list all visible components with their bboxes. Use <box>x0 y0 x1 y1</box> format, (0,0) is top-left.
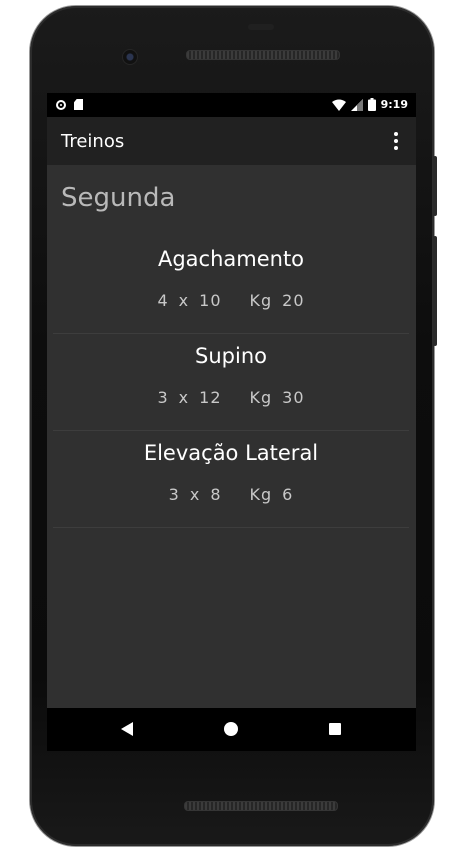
weight-value: 6 <box>282 485 294 504</box>
sets-reps: 4 x 10 <box>157 291 221 310</box>
system-nav-bar <box>47 708 416 751</box>
main-content: Segunda Agachamento 4 x 10 Kg 20 Supino … <box>47 165 416 708</box>
sets-reps: 3 x 12 <box>157 388 221 407</box>
exercise-item-elevacao-lateral[interactable]: Elevação Lateral 3 x 8 Kg 6 <box>53 431 409 528</box>
recents-square-icon[interactable] <box>329 723 341 735</box>
weight: Kg 30 <box>250 388 305 407</box>
weight-value: 20 <box>282 291 305 310</box>
top-speaker-grille <box>186 50 340 60</box>
sets-value: 3 <box>157 388 169 407</box>
front-camera <box>122 49 138 65</box>
status-bar: 9:19 <box>47 93 416 117</box>
back-triangle-icon[interactable] <box>121 722 133 736</box>
exercise-name: Supino <box>195 344 267 368</box>
wifi-icon <box>331 99 346 111</box>
volume-button <box>433 236 437 346</box>
signal-icon <box>350 98 363 111</box>
device-screen: 9:19 Treinos Segunda Agachamento 4 x 10 <box>47 93 416 751</box>
record-icon <box>56 99 66 110</box>
power-button <box>433 156 437 216</box>
exercise-name: Agachamento <box>157 247 305 271</box>
weight-label: Kg <box>249 485 273 504</box>
exercise-item-supino[interactable]: Supino 3 x 12 Kg 30 <box>53 334 409 431</box>
sets-reps: 3 x 8 <box>169 485 222 504</box>
exercise-list: Agachamento 4 x 10 Kg 20 Supino 3 x 12 K… <box>53 237 409 528</box>
exercise-stats: 4 x 10 Kg 20 <box>53 291 409 310</box>
weight: Kg 6 <box>250 485 294 504</box>
sets-value: 3 <box>168 485 180 504</box>
reps-value: 12 <box>199 388 222 407</box>
overflow-dot <box>394 139 398 143</box>
status-left-icons <box>56 99 83 110</box>
status-right-icons: 9:19 <box>331 98 408 111</box>
times-symbol: x <box>178 291 190 310</box>
more-vert-icon[interactable] <box>384 129 408 153</box>
app-bar-title: Treinos <box>61 131 125 152</box>
exercise-name: Elevação Lateral <box>143 441 319 465</box>
day-title: Segunda <box>61 183 176 213</box>
overflow-dot <box>394 132 398 136</box>
times-symbol: x <box>189 485 201 504</box>
weight-value: 30 <box>282 388 305 407</box>
status-time: 9:19 <box>380 98 408 111</box>
app-bar: Treinos <box>47 117 416 165</box>
exercise-stats: 3 x 12 Kg 30 <box>53 388 409 407</box>
reps-value: 8 <box>210 485 222 504</box>
sd-card-icon <box>74 99 83 110</box>
weight: Kg 20 <box>250 291 305 310</box>
battery-icon <box>367 98 376 111</box>
sets-value: 4 <box>157 291 169 310</box>
weight-label: Kg <box>249 291 273 310</box>
times-symbol: x <box>178 388 190 407</box>
home-circle-icon[interactable] <box>224 722 238 736</box>
overflow-dot <box>394 146 398 150</box>
exercise-stats: 3 x 8 Kg 6 <box>53 485 409 504</box>
bottom-speaker-grille <box>184 801 338 811</box>
reps-value: 10 <box>199 291 222 310</box>
weight-label: Kg <box>249 388 273 407</box>
earpiece <box>248 24 274 30</box>
exercise-item-agachamento[interactable]: Agachamento 4 x 10 Kg 20 <box>53 237 409 334</box>
